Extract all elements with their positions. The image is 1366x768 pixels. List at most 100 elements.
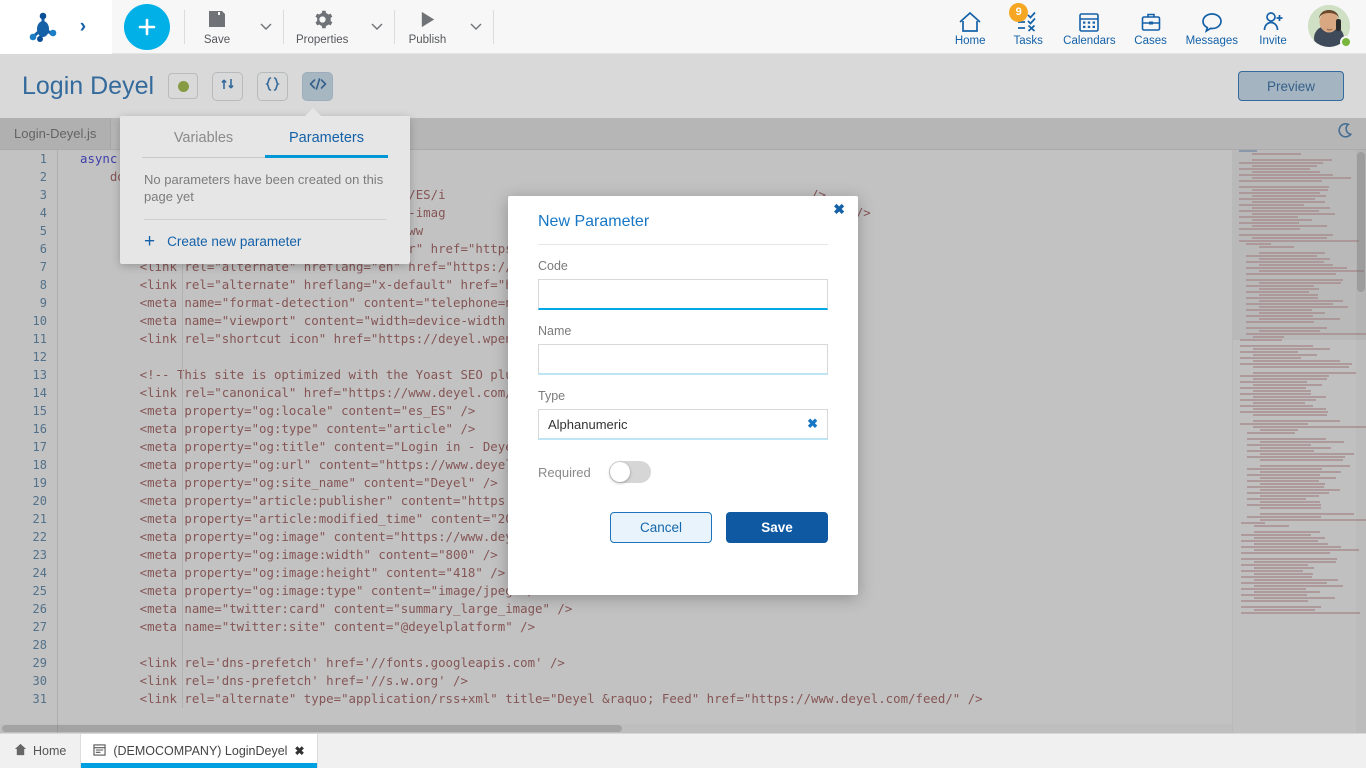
page-title: Login Deyel [22,71,155,100]
nav-calendars[interactable]: Calendars [1057,0,1121,54]
nav-cases[interactable]: Cases [1122,0,1180,54]
minimap-line [1259,282,1341,284]
minimap-line [1241,522,1265,524]
code-line[interactable]: <link rel='dns-prefetch' href='//fonts.g… [76,654,1232,672]
horizontal-scrollbar[interactable] [0,724,1232,733]
nav-cases-label: Cases [1134,34,1167,47]
minimap-line [1254,609,1315,611]
preview-button[interactable]: Preview [1238,71,1344,101]
minimap-line [1240,411,1328,413]
line-number: 19 [32,476,47,490]
nav-calendars-label: Calendars [1063,34,1116,47]
minimap-line [1254,567,1314,569]
line-number: 30 [32,674,47,688]
minimap-line [1252,225,1327,227]
minimap-line [1247,438,1326,440]
nav-invite[interactable]: Invite [1244,0,1302,54]
minimap-line [1252,165,1317,167]
code-line[interactable]: <meta name="twitter:site" content="@deye… [76,618,1232,636]
minimap-line [1239,240,1359,242]
minimap-line [1252,171,1320,173]
line-number: 21 [32,512,47,526]
save-button[interactable]: Save [185,0,249,54]
properties-button[interactable]: Properties [284,0,360,54]
minimap-line [1252,177,1351,179]
minimap-line [1246,285,1314,287]
save-dropdown-caret[interactable] [249,0,283,54]
save-label: Save [203,34,231,46]
close-icon[interactable]: ✖ [833,201,845,218]
horizontal-scrollbar-thumb[interactable] [2,725,622,732]
minimap-line [1252,207,1330,209]
line-number: 14 [32,386,47,400]
status-badge[interactable] [168,73,199,99]
vertical-scrollbar[interactable] [1356,150,1366,733]
clear-x-icon[interactable]: ✖ [807,416,818,432]
line-number: 26 [32,602,47,616]
code-line[interactable] [76,636,1232,654]
code-input[interactable] [538,279,828,310]
minimap-line [1246,309,1312,311]
tab-parameters[interactable]: Parameters [265,116,388,158]
properties-dropdown-caret[interactable] [360,0,394,54]
nav-home[interactable]: Home [941,0,999,54]
tab-login-deyel-js[interactable]: Login-Deyel.js [0,118,112,149]
minimap-line [1259,246,1294,248]
line-number: 27 [32,620,47,634]
minimap-line [1240,375,1329,377]
minimap-line [1240,363,1352,365]
minimap-line [1241,564,1308,566]
minimap-line [1252,201,1325,203]
vertical-scrollbar-thumb[interactable] [1357,152,1365,292]
name-input[interactable] [538,344,828,375]
tab-variables[interactable]: Variables [142,116,265,158]
code-fold-column[interactable] [58,150,76,733]
code-view-button[interactable] [302,71,334,101]
code-line[interactable]: <link rel="alternate" type="application/… [76,690,1232,708]
add-button[interactable] [124,3,170,50]
code-line[interactable]: <link rel='dns-prefetch' href='//s.w.org… [76,672,1232,690]
avatar[interactable] [1308,4,1352,49]
line-number: 18 [32,458,47,472]
flow-view-button[interactable] [212,71,244,101]
nav-tasks[interactable]: 9 Tasks [999,0,1057,54]
type-select[interactable]: Alphanumeric ✖ [538,409,828,440]
minimap-line [1241,588,1306,590]
publish-button[interactable]: Publish [395,0,459,54]
minimap-line [1252,189,1328,191]
code-minimap[interactable] [1232,150,1366,733]
taskbar-home-label: Home [33,744,67,758]
nav-messages[interactable]: Messages [1180,0,1244,54]
minimap-line [1259,264,1333,266]
json-view-button[interactable] [257,71,289,101]
minimap-line [1260,453,1354,455]
gear-icon [312,7,333,31]
minimap-line [1239,180,1322,182]
line-number: 5 [39,224,47,238]
minimap-line [1240,357,1301,359]
person-add-icon [1262,7,1285,33]
minimap-line [1254,561,1336,563]
minimap-line [1247,498,1306,500]
minimap-line [1246,243,1271,245]
create-new-parameter-button[interactable]: + Create new parameter [120,220,410,251]
minimap-line [1239,234,1333,236]
close-icon[interactable]: ✖ [294,744,304,758]
toolbar-divider [493,9,495,44]
required-toggle-knob [609,462,630,482]
taskbar-home-button[interactable]: Home [0,734,80,768]
minimap-line [1246,321,1314,323]
required-toggle[interactable] [608,461,651,483]
chevron-right-icon[interactable]: › [80,17,86,36]
cancel-button[interactable]: Cancel [610,512,712,543]
minimap-line [1260,477,1336,479]
save-button[interactable]: Save [726,512,828,543]
theme-toggle-button[interactable] [1326,118,1366,149]
deyel-logo-icon[interactable] [26,12,60,42]
code-line[interactable]: <meta name="twitter:card" content="summa… [76,600,1232,618]
taskbar-task-logindeyel[interactable]: (DEMOCOMPANY) LoginDeyel ✖ [80,734,318,768]
line-number: 25 [32,584,47,598]
minimap-line [1253,396,1326,398]
minimap-line [1241,546,1341,548]
publish-dropdown-caret[interactable] [459,0,493,54]
